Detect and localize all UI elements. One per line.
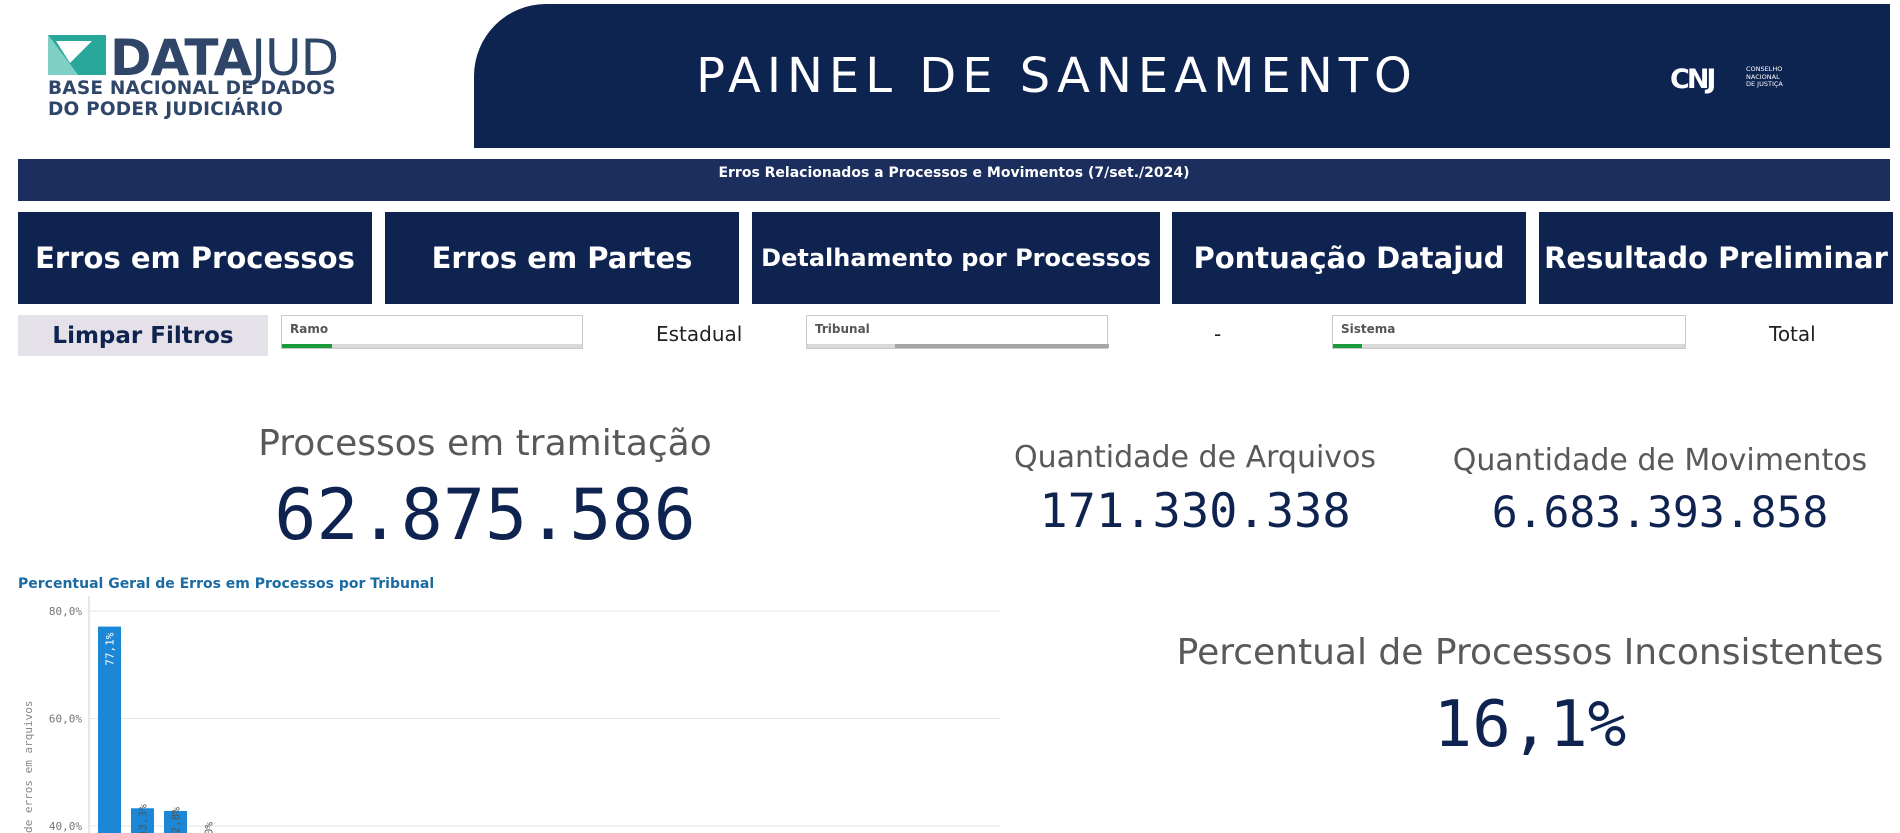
logo-subtitle: BASE NACIONAL DE DADOS DO PODER JUDICIÁR…	[48, 78, 336, 120]
page-title: PAINEL DE SANEAMENTO	[696, 48, 1418, 104]
chart-y-tick-label: 60,0%	[49, 713, 82, 726]
sistema-filter-indicator	[1333, 344, 1362, 348]
tribunal-filter-label: Tribunal	[815, 322, 870, 336]
chart-data-label: 43,3%	[137, 804, 150, 833]
chart-title: Percentual Geral de Erros em Processos p…	[18, 576, 435, 592]
clear-filters-button[interactable]: Limpar Filtros	[18, 315, 268, 356]
ramo-filter-indicator	[282, 344, 332, 348]
chart-data-label: 0%	[203, 822, 216, 833]
sistema-filter-track	[1333, 344, 1685, 348]
quantidade-arquivos-value: 171.330.338	[1039, 484, 1351, 539]
cnj-logo-mark: CNJ	[1670, 64, 1717, 95]
chart-y-tick-label: 80,0%	[49, 605, 82, 618]
subtitle-bar: Erros Relacionados a Processos e Movimen…	[18, 159, 1890, 201]
ramo-filter[interactable]: Ramo	[281, 315, 583, 349]
ramo-selected-value: Estadual	[656, 322, 743, 346]
cnj-logo-text: CONSELHO NACIONAL DE JUSTIÇA	[1746, 65, 1783, 88]
nav-resultado-preliminar-button[interactable]: Resultado Preliminar	[1539, 212, 1893, 304]
tribunal-filter-indicator	[895, 344, 1109, 348]
sistema-selected-value: Total	[1769, 322, 1816, 346]
datajud-logo-icon	[48, 35, 106, 75]
quantidade-movimentos-label: Quantidade de Movimentos	[1452, 443, 1868, 478]
quantidade-movimentos-value: 6.683.393.858	[1491, 488, 1829, 538]
percentual-inconsistentes-value: 16,1%	[1433, 688, 1627, 762]
cnj-logo: CNJ CONSELHO NACIONAL DE JUSTIÇA	[1670, 62, 1810, 98]
quantidade-arquivos-label: Quantidade de Arquivos	[1013, 440, 1377, 475]
header-banner: PAINEL DE SANEAMENTO CNJ CONSELHO NACION…	[474, 4, 1890, 148]
errors-by-tribunal-chart: 80,0% 60,0% 40,0% de erros em arquivos 77,1%…	[22, 596, 1000, 833]
nav-pontuacao-datajud-button[interactable]: Pontuação Datajud	[1172, 212, 1526, 304]
chart-data-label: 77,1%	[104, 632, 117, 665]
tribunal-selected-value: -	[1214, 322, 1222, 346]
nav-erros-partes-button[interactable]: Erros em Partes	[385, 212, 739, 304]
tribunal-filter[interactable]: Tribunal	[806, 315, 1109, 349]
percentual-inconsistentes-label: Percentual de Processos Inconsistentes	[1176, 632, 1884, 673]
sistema-filter[interactable]: Sistema	[1332, 315, 1686, 349]
processos-tramitacao-value: 62.875.586	[274, 474, 696, 556]
sistema-filter-label: Sistema	[1341, 322, 1396, 336]
processos-tramitacao-label: Processos em tramitação	[258, 423, 712, 464]
chart-data-label: 42,8%	[170, 807, 183, 833]
datajud-logo: DATAJUD BASE NACIONAL DE DADOS DO PODER …	[48, 30, 408, 122]
chart-y-axis-label: de erros em arquivos	[22, 701, 35, 833]
nav-erros-processos-button[interactable]: Erros em Processos	[18, 212, 372, 304]
nav-detalhamento-processos-button[interactable]: Detalhamento por Processos	[752, 212, 1160, 304]
chart-y-tick-label: 40,0%	[49, 820, 82, 833]
ramo-filter-label: Ramo	[290, 322, 329, 336]
